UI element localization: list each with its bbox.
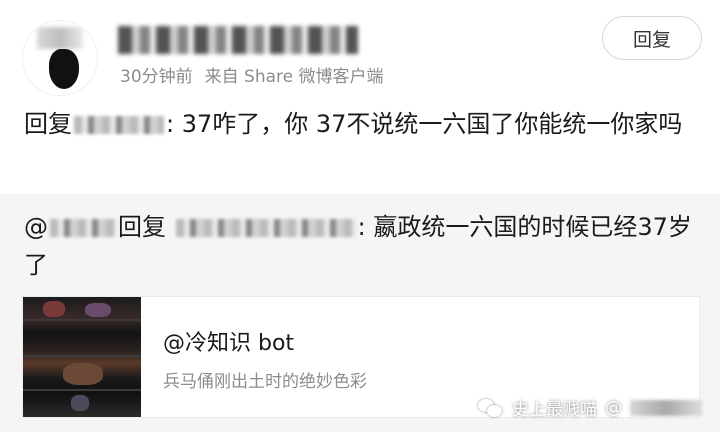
quoted-mention-redacted[interactable]: [175, 219, 356, 237]
comment-meta: 30分钟前 来自 Share 微博客户端: [120, 62, 384, 87]
watermark-weibo-at: @: [605, 397, 622, 418]
comment-body: : 37咋了，你 37不说统一六国了你能统一你家吗: [166, 110, 683, 138]
quoted-reply-word: 回复: [118, 213, 166, 241]
wechat-icon: [478, 397, 504, 419]
username-redacted[interactable]: [118, 26, 358, 54]
reply-prefix: 回复: [24, 110, 72, 138]
avatar-blur: [37, 27, 83, 49]
mention-redacted[interactable]: [74, 116, 164, 134]
quoted-text: @ 回复 : 嬴政统一六国的时候已经37岁了: [24, 208, 704, 284]
reply-button[interactable]: 回复: [602, 16, 702, 60]
watermark-handle-redacted: [630, 399, 702, 416]
card-description: 兵马俑刚出土时的绝妙色彩: [163, 372, 367, 392]
comment-source: 来自 Share 微博客户端: [204, 67, 384, 87]
comment-text: 回复 : 37咋了，你 37不说统一六国了你能统一你家吗: [24, 106, 704, 143]
watermark: 史上最贱喵 @: [478, 395, 702, 420]
comment-time: 30分钟前: [120, 67, 193, 87]
avatar[interactable]: [22, 20, 98, 96]
watermark-channel: 史上最贱喵: [512, 400, 597, 420]
avatar-figure: [49, 49, 79, 89]
card-title: @冷知识 bot: [163, 331, 295, 356]
card-thumbnail: [23, 297, 141, 417]
comment-item: 30分钟前 来自 Share 微博客户端 回复 回复 : 37咋了，你 37不说统一…: [0, 0, 720, 194]
quoted-user-redacted[interactable]: [50, 219, 116, 237]
quoted-at: @: [24, 213, 48, 241]
